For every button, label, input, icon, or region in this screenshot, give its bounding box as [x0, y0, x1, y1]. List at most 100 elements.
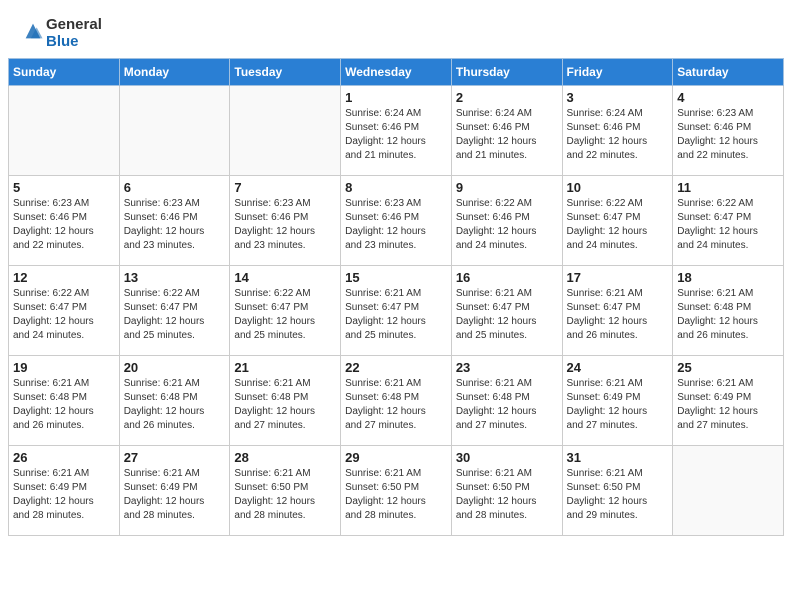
day-number: 7	[234, 180, 336, 195]
calendar-day-cell: 27Sunrise: 6:21 AMSunset: 6:49 PMDayligh…	[119, 446, 230, 536]
day-info: Sunrise: 6:22 AMSunset: 6:47 PMDaylight:…	[677, 197, 779, 253]
day-number: 3	[567, 90, 669, 105]
calendar-day-cell	[9, 86, 120, 176]
day-info: Sunrise: 6:21 AMSunset: 6:48 PMDaylight:…	[677, 287, 779, 343]
calendar-day-cell: 28Sunrise: 6:21 AMSunset: 6:50 PMDayligh…	[230, 446, 341, 536]
day-number: 24	[567, 360, 669, 375]
day-info: Sunrise: 6:21 AMSunset: 6:48 PMDaylight:…	[234, 377, 336, 433]
day-number: 31	[567, 450, 669, 465]
day-info: Sunrise: 6:23 AMSunset: 6:46 PMDaylight:…	[124, 197, 226, 253]
day-info: Sunrise: 6:22 AMSunset: 6:47 PMDaylight:…	[124, 287, 226, 343]
calendar-day-cell: 18 Sunrise: 6:21 AMSunset: 6:48 PMDayligh…	[673, 266, 784, 356]
day-number: 21	[234, 360, 336, 375]
day-info: Sunrise: 6:21 AMSunset: 6:47 PMDaylight:…	[567, 287, 669, 343]
day-of-week-header: Thursday	[451, 59, 562, 86]
calendar-week-row: 19 Sunrise: 6:21 AMSunset: 6:48 PMDayligh…	[9, 356, 784, 446]
day-info: Sunrise: 6:21 AMSunset: 6:48 PMDaylight:…	[456, 377, 558, 433]
logo-general-text: General	[46, 16, 102, 33]
day-info: Sunrise: 6:22 AMSunset: 6:47 PMDaylight:…	[234, 287, 336, 343]
calendar-day-cell: 29 Sunrise: 6:21 AMSunset: 6:50 PMDayligh…	[341, 446, 452, 536]
day-info: Sunrise: 6:22 AMSunset: 6:46 PMDaylight:…	[456, 197, 558, 253]
day-number: 29	[345, 450, 447, 465]
day-number: 13	[124, 270, 226, 285]
day-info: Sunrise: 6:21 AMSunset: 6:50 PMDaylight:…	[567, 467, 669, 523]
day-of-week-header: Wednesday	[341, 59, 452, 86]
day-number: 17	[567, 270, 669, 285]
logo: General Blue	[20, 16, 102, 50]
day-info: Sunrise: 6:23 AMSunset: 6:46 PMDaylight:…	[345, 197, 447, 253]
day-info: Sunrise: 6:22 AMSunset: 6:47 PMDaylight:…	[13, 287, 115, 343]
calendar-day-cell: 3 Sunrise: 6:24 AMSunset: 6:46 PMDaylight…	[562, 86, 673, 176]
calendar-week-row: 12 Sunrise: 6:22 AMSunset: 6:47 PMDayligh…	[9, 266, 784, 356]
calendar-day-cell: 12 Sunrise: 6:22 AMSunset: 6:47 PMDayligh…	[9, 266, 120, 356]
day-info: Sunrise: 6:21 AMSunset: 6:49 PMDaylight:…	[124, 467, 226, 523]
day-number: 30	[456, 450, 558, 465]
calendar-day-cell	[230, 86, 341, 176]
day-of-week-header: Friday	[562, 59, 673, 86]
day-info: Sunrise: 6:23 AMSunset: 6:46 PMDaylight:…	[234, 197, 336, 253]
calendar-day-cell: 22Sunrise: 6:21 AMSunset: 6:48 PMDayligh…	[341, 356, 452, 446]
calendar-table: SundayMondayTuesdayWednesdayThursdayFrid…	[8, 58, 784, 536]
day-number: 19	[13, 360, 115, 375]
calendar-day-cell	[119, 86, 230, 176]
logo-icon	[22, 20, 44, 42]
calendar-day-cell: 24Sunrise: 6:21 AMSunset: 6:49 PMDayligh…	[562, 356, 673, 446]
day-info: Sunrise: 6:23 AMSunset: 6:46 PMDaylight:…	[13, 197, 115, 253]
day-number: 12	[13, 270, 115, 285]
calendar-day-cell: 30 Sunrise: 6:21 AMSunset: 6:50 PMDayligh…	[451, 446, 562, 536]
day-number: 26	[13, 450, 115, 465]
day-info: Sunrise: 6:21 AMSunset: 6:48 PMDaylight:…	[13, 377, 115, 433]
day-number: 25	[677, 360, 779, 375]
day-number: 10	[567, 180, 669, 195]
calendar-day-cell: 7 Sunrise: 6:23 AMSunset: 6:46 PMDaylight…	[230, 176, 341, 266]
day-info: Sunrise: 6:21 AMSunset: 6:47 PMDaylight:…	[456, 287, 558, 343]
day-number: 22	[345, 360, 447, 375]
calendar-day-cell	[673, 446, 784, 536]
logo-blue-text: Blue	[46, 33, 102, 50]
day-of-week-header: Monday	[119, 59, 230, 86]
day-of-week-header: Tuesday	[230, 59, 341, 86]
day-number: 18	[677, 270, 779, 285]
calendar-day-cell: 11Sunrise: 6:22 AMSunset: 6:47 PMDayligh…	[673, 176, 784, 266]
day-info: Sunrise: 6:21 AMSunset: 6:49 PMDaylight:…	[677, 377, 779, 433]
calendar-day-cell: 17 Sunrise: 6:21 AMSunset: 6:47 PMDayligh…	[562, 266, 673, 356]
day-info: Sunrise: 6:23 AMSunset: 6:46 PMDaylight:…	[677, 107, 779, 163]
calendar-day-cell: 15 Sunrise: 6:21 AMSunset: 6:47 PMDayligh…	[341, 266, 452, 356]
calendar-day-cell: 1Sunrise: 6:24 AMSunset: 6:46 PMDaylight…	[341, 86, 452, 176]
day-info: Sunrise: 6:21 AMSunset: 6:48 PMDaylight:…	[124, 377, 226, 433]
calendar-day-cell: 19 Sunrise: 6:21 AMSunset: 6:48 PMDayligh…	[9, 356, 120, 446]
calendar-wrapper: SundayMondayTuesdayWednesdayThursdayFrid…	[0, 58, 792, 544]
calendar-day-cell: 13 Sunrise: 6:22 AMSunset: 6:47 PMDayligh…	[119, 266, 230, 356]
calendar-day-cell: 5 Sunrise: 6:23 AMSunset: 6:46 PMDaylight…	[9, 176, 120, 266]
calendar-day-cell: 8 Sunrise: 6:23 AMSunset: 6:46 PMDaylight…	[341, 176, 452, 266]
day-number: 16	[456, 270, 558, 285]
calendar-week-row: 26 Sunrise: 6:21 AMSunset: 6:49 PMDayligh…	[9, 446, 784, 536]
day-of-week-header: Sunday	[9, 59, 120, 86]
day-info: Sunrise: 6:21 AMSunset: 6:50 PMDaylight:…	[345, 467, 447, 523]
day-info: Sunrise: 6:24 AMSunset: 6:46 PMDaylight:…	[456, 107, 558, 163]
day-number: 14	[234, 270, 336, 285]
day-number: 15	[345, 270, 447, 285]
day-info: Sunrise: 6:21 AMSunset: 6:49 PMDaylight:…	[13, 467, 115, 523]
calendar-day-cell: 21 Sunrise: 6:21 AMSunset: 6:48 PMDayligh…	[230, 356, 341, 446]
day-number: 9	[456, 180, 558, 195]
calendar-header-row: SundayMondayTuesdayWednesdayThursdayFrid…	[9, 59, 784, 86]
day-info: Sunrise: 6:21 AMSunset: 6:50 PMDaylight:…	[456, 467, 558, 523]
page-header: General Blue	[0, 0, 792, 58]
day-info: Sunrise: 6:21 AMSunset: 6:47 PMDaylight:…	[345, 287, 447, 343]
calendar-day-cell: 14 Sunrise: 6:22 AMSunset: 6:47 PMDayligh…	[230, 266, 341, 356]
calendar-day-cell: 16 Sunrise: 6:21 AMSunset: 6:47 PMDayligh…	[451, 266, 562, 356]
day-info: Sunrise: 6:24 AMSunset: 6:46 PMDaylight:…	[567, 107, 669, 163]
calendar-day-cell: 6 Sunrise: 6:23 AMSunset: 6:46 PMDaylight…	[119, 176, 230, 266]
day-number: 20	[124, 360, 226, 375]
calendar-day-cell: 10 Sunrise: 6:22 AMSunset: 6:47 PMDayligh…	[562, 176, 673, 266]
calendar-week-row: 5 Sunrise: 6:23 AMSunset: 6:46 PMDaylight…	[9, 176, 784, 266]
day-number: 8	[345, 180, 447, 195]
day-number: 23	[456, 360, 558, 375]
day-number: 6	[124, 180, 226, 195]
calendar-day-cell: 31 Sunrise: 6:21 AMSunset: 6:50 PMDayligh…	[562, 446, 673, 536]
day-info: Sunrise: 6:22 AMSunset: 6:47 PMDaylight:…	[567, 197, 669, 253]
day-number: 1	[345, 90, 447, 105]
day-number: 5	[13, 180, 115, 195]
day-number: 28	[234, 450, 336, 465]
